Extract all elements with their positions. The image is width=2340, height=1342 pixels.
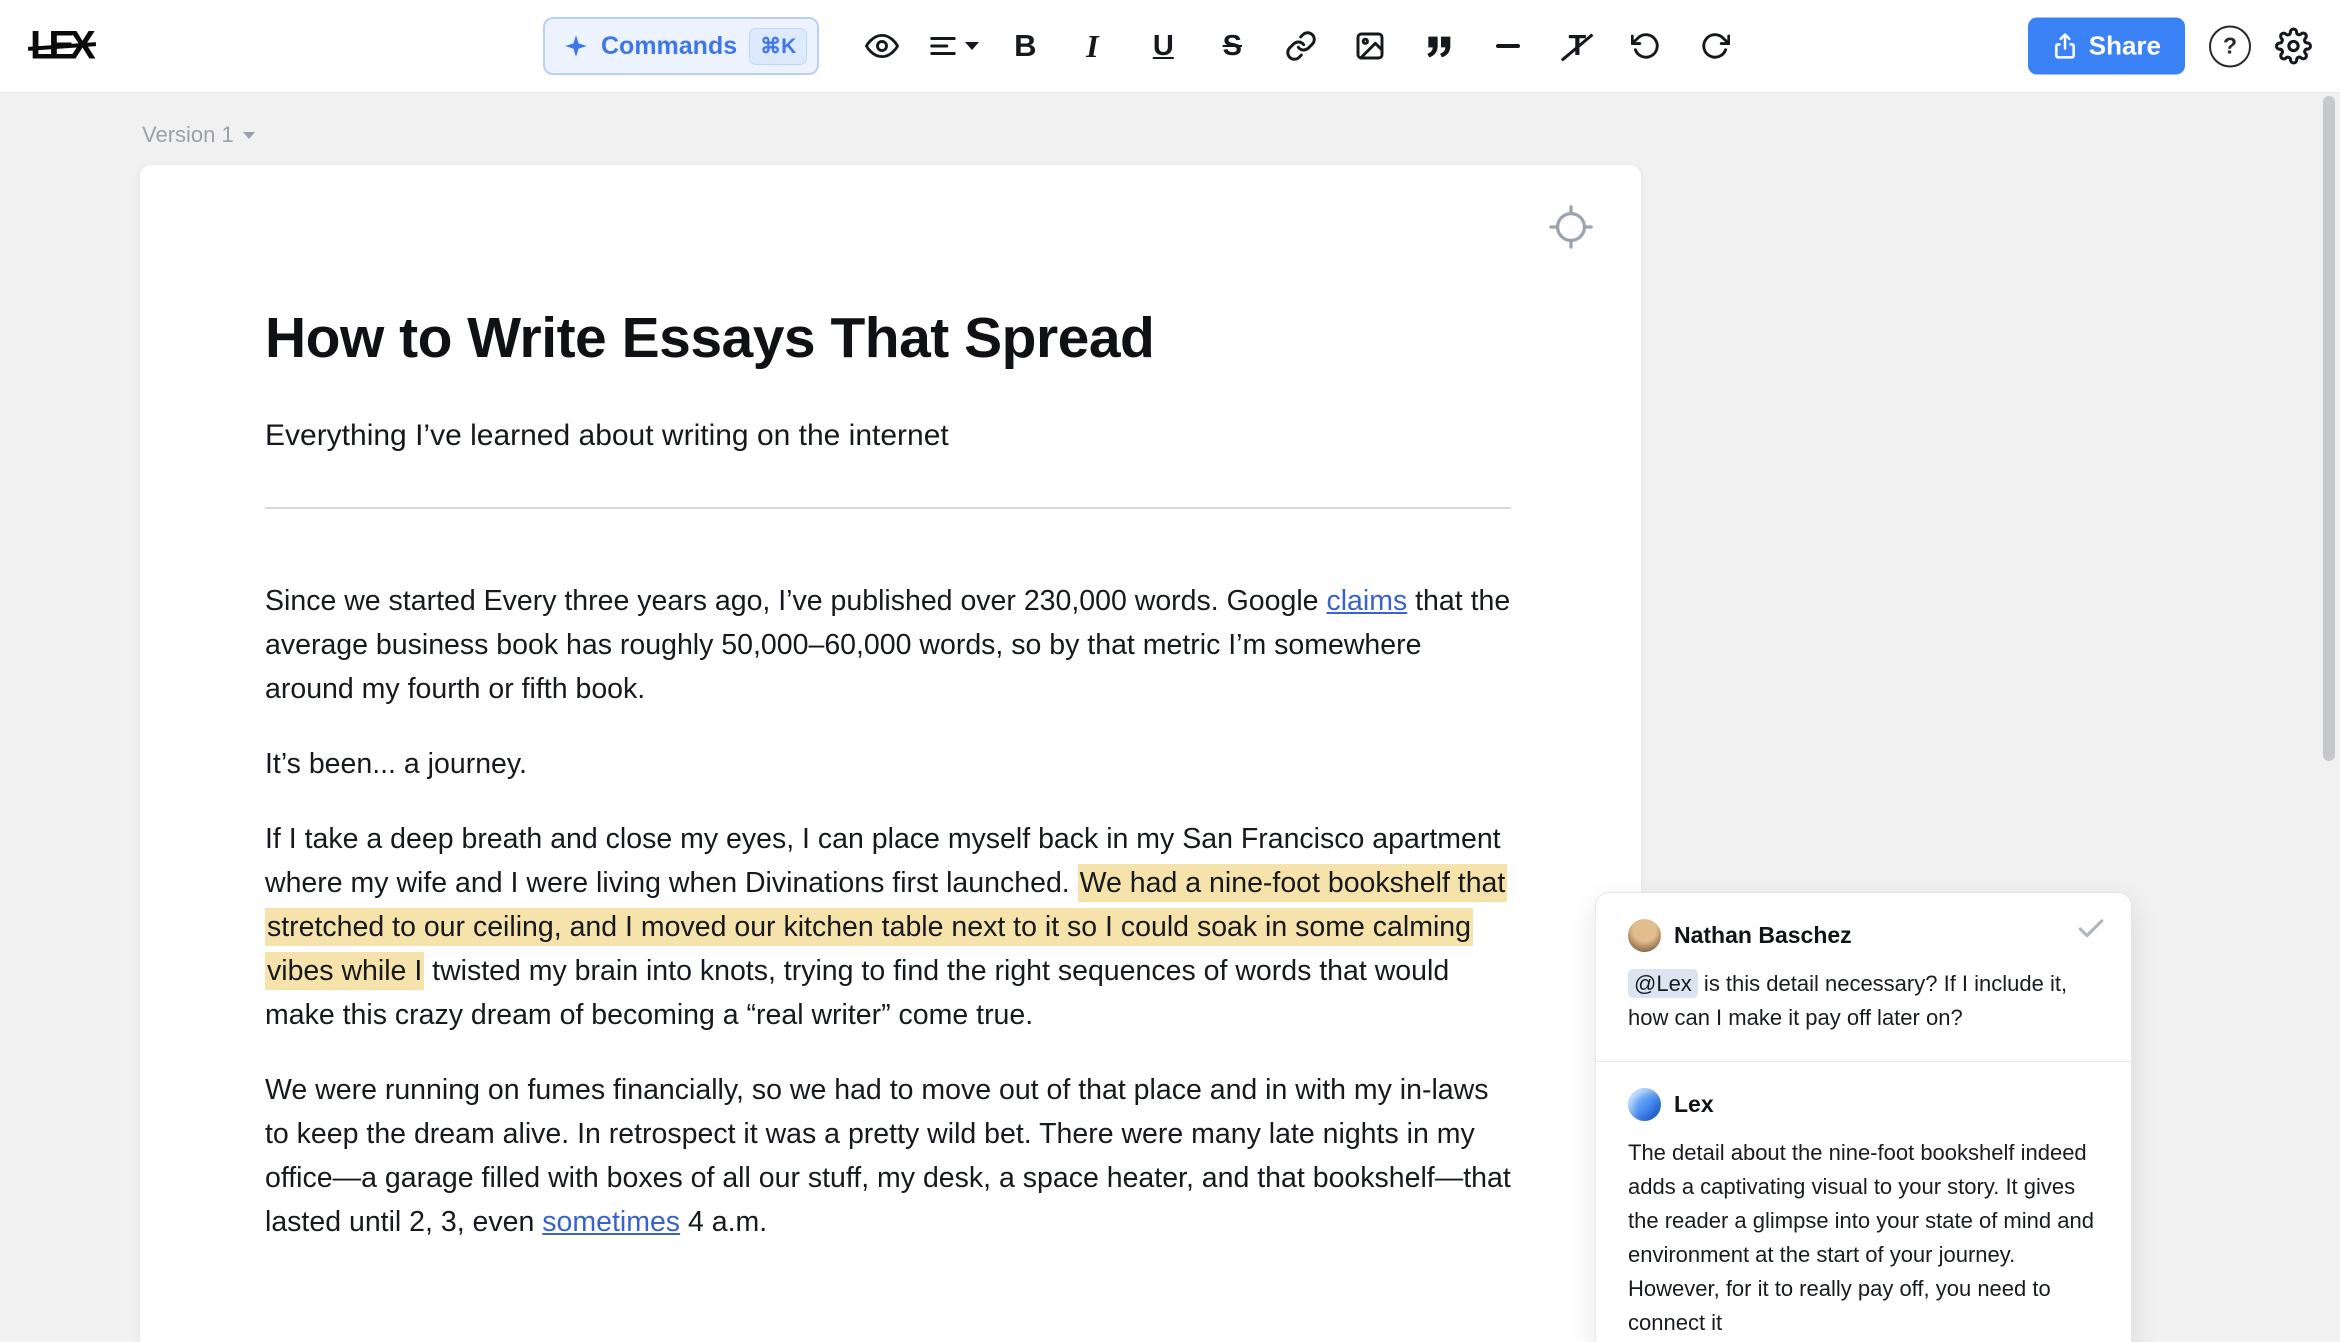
comment-text: The detail about the nine-foot bookshelf… [1628, 1136, 2103, 1340]
italic-button[interactable]: I [1071, 20, 1117, 72]
comment-text: @Lex is this detail necessary? If I incl… [1628, 967, 2103, 1035]
divider [265, 507, 1511, 509]
center-toolbar: Commands ⌘K B I U S [543, 17, 1738, 75]
focus-mode-icon [1548, 204, 1594, 250]
comment-lex: Lex The detail about the nine-foot books… [1596, 1061, 2131, 1342]
comment-author: Lex [1674, 1091, 1714, 1118]
document-subtitle: Everything I’ve learned about writing on… [265, 419, 1511, 453]
comment-header: Lex [1628, 1088, 2103, 1121]
text-run: twisted my brain into knots, trying to f… [265, 955, 1449, 1031]
lex-mention: @Lex [1628, 969, 1698, 998]
formatting-toolbar: B I U S [859, 20, 1738, 72]
paragraph-4: We were running on fumes financially, so… [265, 1068, 1511, 1244]
question-mark-icon: ? [2223, 33, 2237, 60]
clear-formatting-icon: T [1560, 30, 1594, 63]
lex-logo[interactable]: LEX [30, 24, 98, 69]
align-left-icon [928, 31, 958, 61]
right-controls: Share ? [2028, 18, 2312, 75]
chevron-down-icon [965, 42, 979, 50]
comment-header: Nathan Baschez [1628, 919, 2103, 952]
scrollbar[interactable] [2323, 96, 2335, 761]
gear-icon [2275, 28, 2312, 65]
document-body: Since we started Every three years ago, … [265, 579, 1511, 1244]
text-run: Since we started Every three years ago, … [265, 585, 1326, 617]
clear-formatting-button[interactable]: T [1554, 20, 1600, 72]
check-icon [2075, 913, 2107, 945]
paragraph-1: Since we started Every three years ago, … [265, 579, 1511, 711]
preview-button[interactable] [859, 20, 905, 72]
paragraph-2: It’s been... a journey. [265, 742, 1511, 786]
link-icon [1285, 30, 1317, 62]
undo-button[interactable] [1623, 20, 1669, 72]
lex-avatar [1628, 1088, 1661, 1121]
blockquote-button[interactable] [1416, 20, 1462, 72]
paragraph-3: If I take a deep breath and close my eye… [265, 817, 1511, 1037]
editor-surface[interactable]: How to Write Essays That Spread Everythi… [140, 165, 1641, 1244]
version-selector[interactable]: Version 1 [142, 122, 255, 148]
commands-shortcut: ⌘K [749, 28, 807, 65]
comment-nathan: Nathan Baschez @Lex is this detail neces… [1596, 893, 2131, 1061]
commands-button[interactable]: Commands ⌘K [543, 17, 819, 75]
share-button[interactable]: Share [2028, 18, 2185, 75]
horizontal-rule-icon [1496, 44, 1520, 48]
comment-author: Nathan Baschez [1674, 922, 1852, 949]
toolbar: LEX Commands ⌘K B I U S [0, 0, 2340, 93]
focus-mode-button[interactable] [1547, 203, 1595, 251]
nathan-avatar [1628, 919, 1661, 952]
share-label: Share [2089, 31, 2161, 62]
commands-label: Commands [601, 32, 737, 61]
share-icon [2052, 33, 2078, 59]
help-button[interactable]: ? [2209, 25, 2251, 67]
undo-icon [1631, 31, 1661, 61]
settings-button[interactable] [2275, 28, 2312, 65]
eye-icon [865, 29, 899, 63]
strikethrough-button[interactable]: S [1209, 20, 1255, 72]
version-label: Version 1 [142, 122, 234, 148]
insert-image-button[interactable] [1347, 20, 1393, 72]
resolve-comment-button[interactable] [2075, 913, 2107, 945]
underline-button[interactable]: U [1140, 20, 1186, 72]
sometimes-link[interactable]: sometimes [542, 1206, 680, 1238]
document-title: How to Write Essays That Spread [265, 307, 1511, 371]
comment-panel: Nathan Baschez @Lex is this detail neces… [1595, 892, 2132, 1342]
document-card[interactable]: How to Write Essays That Spread Everythi… [139, 164, 1642, 1342]
horizontal-rule-button[interactable] [1485, 20, 1531, 72]
text-align-button[interactable] [928, 20, 979, 72]
link-button[interactable] [1278, 20, 1324, 72]
redo-button[interactable] [1692, 20, 1738, 72]
image-icon [1354, 30, 1386, 62]
redo-icon [1700, 31, 1730, 61]
claims-link[interactable]: claims [1326, 585, 1407, 617]
bold-button[interactable]: B [1002, 20, 1048, 72]
sparkle-icon [563, 33, 589, 59]
text-run: 4 a.m. [680, 1206, 767, 1238]
chevron-down-icon [243, 132, 255, 139]
quote-icon [1423, 30, 1455, 62]
text-run: We were running on fumes financially, so… [265, 1074, 1511, 1238]
